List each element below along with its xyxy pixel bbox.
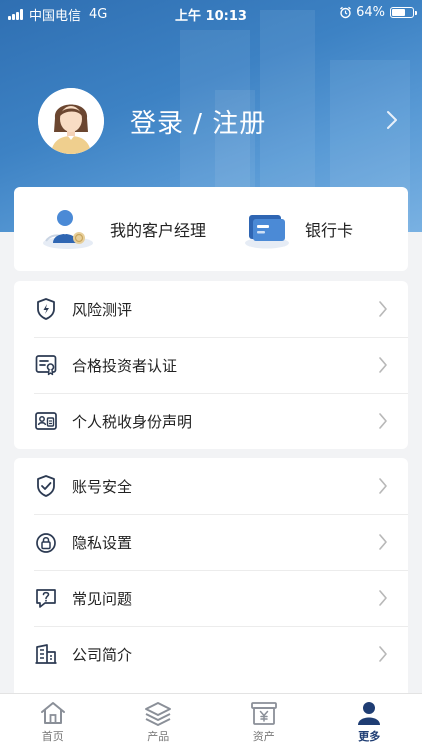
- question-icon: [36, 589, 56, 608]
- menu-item-risk-assessment[interactable]: 风险测评: [14, 281, 408, 337]
- quick-item-account-manager[interactable]: 我的客户经理: [14, 187, 211, 271]
- menu-item-account-security[interactable]: 账号安全: [14, 458, 408, 514]
- tab-label: 更多: [358, 730, 381, 743]
- tab-home[interactable]: 首页: [0, 694, 106, 750]
- layers-icon: [145, 702, 172, 726]
- bank-card-icon: [245, 215, 289, 249]
- menu-item-label: 常见问题: [72, 589, 133, 608]
- quick-item-label: 我的客户经理: [110, 221, 207, 240]
- tab-assets[interactable]: 资产: [211, 694, 317, 750]
- chevron-right-icon: [379, 646, 387, 662]
- quick-item-bank-card[interactable]: 银行卡: [211, 187, 408, 271]
- tab-label: 产品: [147, 730, 170, 743]
- account-manager-icon: [43, 210, 93, 249]
- login-register-label[interactable]: 登录 / 注册: [130, 103, 266, 140]
- menu-item-qualified-investor[interactable]: 合格投资者认证: [14, 337, 408, 393]
- chevron-right-icon: [379, 478, 387, 494]
- quick-item-label: 银行卡: [305, 221, 354, 240]
- shield-check-icon: [37, 475, 55, 497]
- avatar[interactable]: [38, 88, 104, 154]
- lock-icon: [36, 533, 56, 553]
- wallet-yen-icon: [250, 702, 277, 725]
- person-icon: [358, 702, 381, 725]
- quick-actions-card: 我的客户经理 银行卡: [14, 187, 408, 271]
- battery-percent: 64%: [356, 5, 385, 20]
- menu-item-label: 个人税收身份声明: [72, 412, 193, 431]
- battery-icon: [390, 7, 417, 18]
- tab-label: 首页: [41, 730, 64, 743]
- tab-products[interactable]: 产品: [106, 694, 212, 750]
- menu-item-label: 隐私设置: [72, 533, 133, 552]
- menu-group-settings: 账号安全 隐私设置 常见问题 公司简介: [14, 458, 408, 708]
- menu-item-label: 公司简介: [72, 645, 133, 664]
- menu-item-faq[interactable]: 常见问题: [14, 570, 408, 626]
- menu-item-company-profile[interactable]: 公司简介: [14, 626, 408, 682]
- bottom-tab-bar: 首页 产品 资产 更多: [0, 693, 422, 750]
- shield-bolt-icon: [37, 298, 55, 320]
- menu-item-tax-declaration[interactable]: 个人税收身份声明: [14, 393, 408, 449]
- chevron-right-icon: [379, 534, 387, 550]
- menu-group-account: 风险测评 合格投资者认证 个人税收身份声明: [14, 281, 408, 449]
- certificate-icon: [35, 355, 57, 376]
- chevron-right-icon: [379, 413, 387, 429]
- menu-item-label: 账号安全: [72, 477, 133, 496]
- tab-more[interactable]: 更多: [317, 694, 422, 750]
- tab-label: 资产: [252, 730, 275, 743]
- chevron-right-icon[interactable]: [386, 110, 398, 130]
- building-icon: [35, 644, 57, 664]
- menu-item-label: 合格投资者认证: [72, 356, 178, 375]
- profile-login-row[interactable]: 登录 / 注册: [38, 88, 408, 154]
- alarm-icon: [340, 6, 352, 19]
- chevron-right-icon: [379, 357, 387, 373]
- home-icon: [40, 702, 65, 724]
- chevron-right-icon: [379, 301, 387, 317]
- menu-item-privacy-settings[interactable]: 隐私设置: [14, 514, 408, 570]
- menu-item-label: 风险测评: [72, 300, 133, 319]
- status-bar: 中国电信 4G 上午 10:13 64%: [0, 0, 422, 26]
- chevron-right-icon: [379, 590, 387, 606]
- tax-id-card-icon: [35, 412, 57, 430]
